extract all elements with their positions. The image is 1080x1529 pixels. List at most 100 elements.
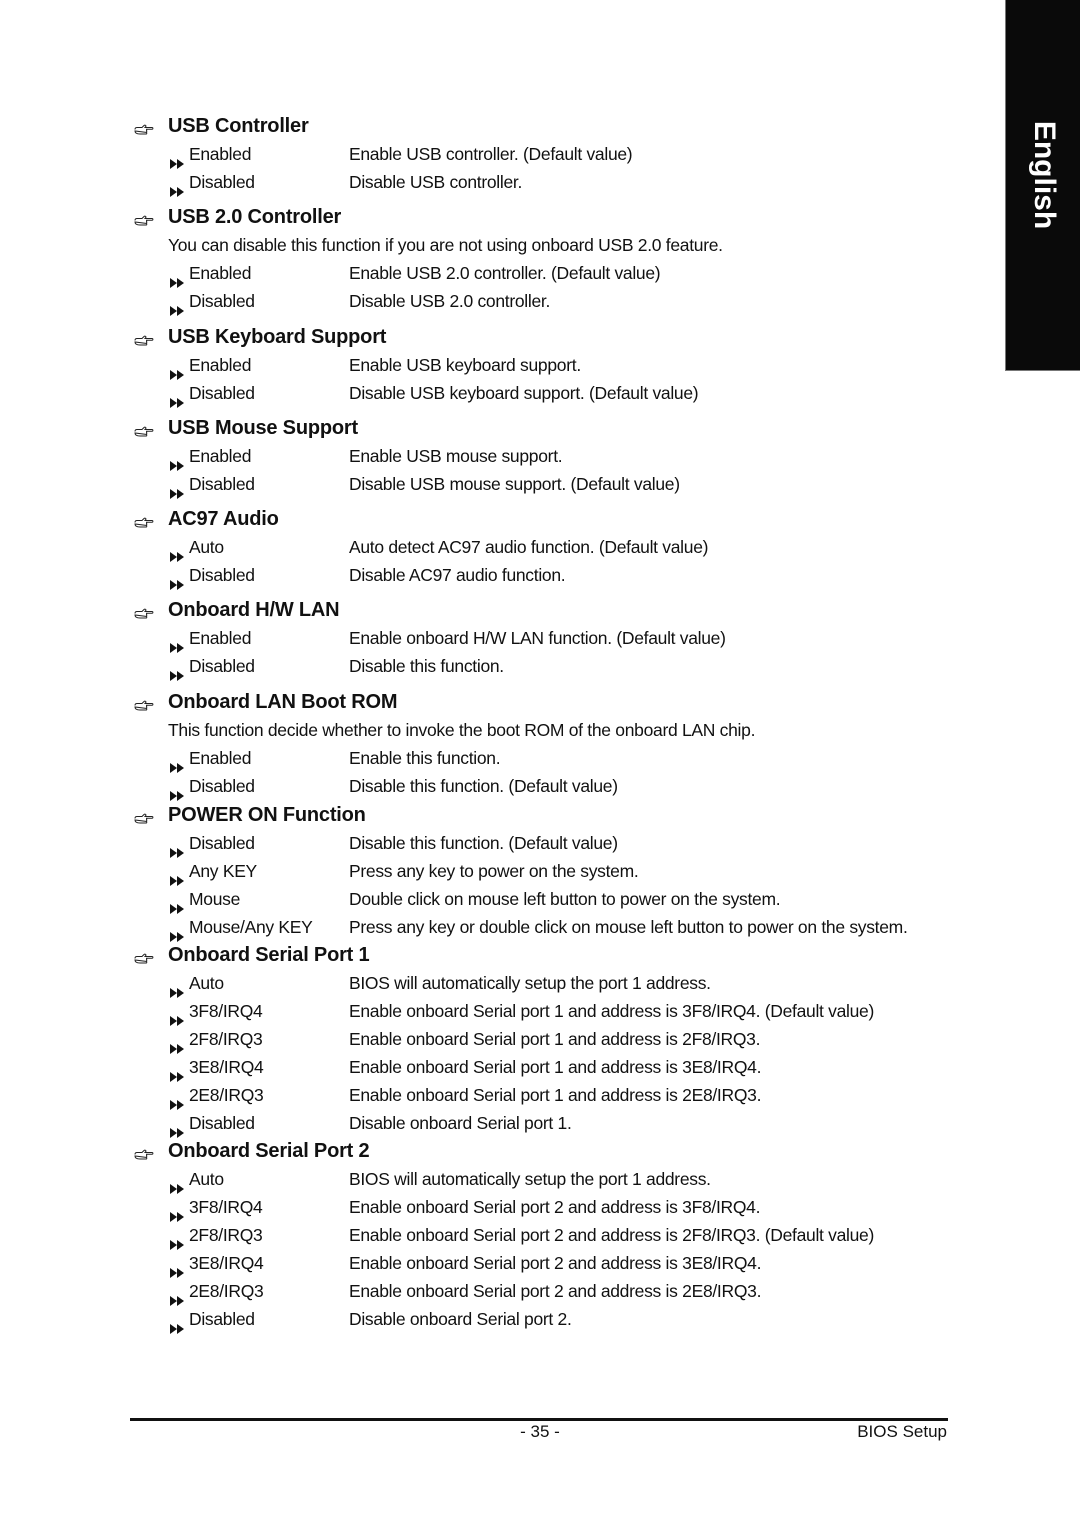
settings-section: USB Keyboard Support Enabled Enable USB ke… <box>134 323 994 408</box>
option-description: BIOS will automatically setup the port 1… <box>349 1169 711 1189</box>
pointing-hand-icon <box>134 947 154 964</box>
option-row: Enabled Enable USB mouse support. <box>134 442 994 471</box>
double-arrow-right-icon <box>170 1062 186 1082</box>
section-title: AC97 Audio <box>168 508 279 530</box>
double-arrow-right-icon <box>170 1258 186 1278</box>
option-name: Disabled <box>189 1309 255 1329</box>
pointing-hand-icon <box>134 420 154 437</box>
settings-section: AC97 Audio Auto Auto detect AC97 audio fun… <box>134 505 994 590</box>
section-heading: AC97 Audio <box>134 505 994 533</box>
pointing-hand-icon <box>134 329 154 346</box>
option-description: Enable USB controller. (Default value) <box>349 144 633 164</box>
section-title: USB Mouse Support <box>168 417 358 439</box>
option-row: Auto BIOS will automatically setup the po… <box>134 969 994 998</box>
option-name: Auto <box>189 537 224 557</box>
option-name: Disabled <box>189 383 255 403</box>
option-row: Disabled Disable AC97 audio function. <box>134 561 994 590</box>
option-description: Enable onboard Serial port 1 and address… <box>349 1001 875 1021</box>
section-title: USB Controller <box>168 115 309 137</box>
option-row: Disabled Disable this function. <box>134 652 994 681</box>
section-heading: USB Controller <box>134 112 994 140</box>
option-row: 2F8/IRQ3 Enable onboard Serial port 1 and… <box>134 1025 994 1054</box>
footer-title: BIOS Setup <box>857 1422 947 1441</box>
option-row: 3F8/IRQ4 Enable onboard Serial port 1 and… <box>134 997 994 1026</box>
pointing-hand-icon <box>134 1143 154 1160</box>
option-name: 2E8/IRQ3 <box>189 1281 264 1301</box>
double-arrow-right-icon <box>170 1034 186 1054</box>
section-heading: USB Mouse Support <box>134 414 994 442</box>
section-title: Onboard H/W LAN <box>168 599 340 621</box>
double-arrow-right-icon <box>170 479 186 499</box>
double-arrow-right-icon <box>170 149 186 169</box>
double-arrow-right-icon <box>170 1202 186 1222</box>
pointing-hand-icon <box>134 209 154 226</box>
double-arrow-right-icon <box>170 661 186 681</box>
option-description: BIOS will automatically setup the port 1… <box>349 973 711 993</box>
option-name: 2F8/IRQ3 <box>189 1225 263 1245</box>
option-name: Auto <box>189 1169 224 1189</box>
option-description: Disable this function. <box>349 656 504 676</box>
option-name: 3E8/IRQ4 <box>189 1253 264 1273</box>
page-number: - 35 - <box>520 1422 560 1441</box>
section-heading: Onboard H/W LAN <box>134 596 994 624</box>
option-row: 2E8/IRQ3 Enable onboard Serial port 1 and… <box>134 1081 994 1110</box>
settings-section: Onboard Serial Port 2 Auto BIOS will autom… <box>134 1137 994 1334</box>
pointing-hand-icon <box>134 118 154 135</box>
double-arrow-right-icon <box>170 1286 186 1306</box>
option-row: Disabled Disable USB mouse support. (Defa… <box>134 470 994 499</box>
option-row: 2F8/IRQ3 Enable onboard Serial port 2 and… <box>134 1221 994 1250</box>
section-heading: Onboard Serial Port 1 <box>134 941 994 969</box>
section-heading: Onboard LAN Boot ROM <box>134 688 994 716</box>
double-arrow-right-icon <box>170 1118 186 1138</box>
option-name: Disabled <box>189 565 255 585</box>
option-row: Enabled Enable onboard H/W LAN function. … <box>134 624 994 653</box>
option-row: Enabled Enable USB controller. (Default v… <box>134 140 994 169</box>
language-side-tab: English <box>1005 0 1080 371</box>
option-description: Disable this function. (Default value) <box>349 776 618 796</box>
option-name: Enabled <box>189 446 252 466</box>
option-description: Enable onboard Serial port 2 and address… <box>349 1225 875 1245</box>
section-title: Onboard Serial Port 1 <box>168 944 370 966</box>
option-description: Enable USB mouse support. <box>349 446 563 466</box>
double-arrow-right-icon <box>170 570 186 590</box>
option-row: Disabled Disable this function. (Default … <box>134 829 994 858</box>
option-name: Auto <box>189 973 224 993</box>
double-arrow-right-icon <box>170 978 186 998</box>
option-description: Auto detect AC97 audio function. (Defaul… <box>349 537 709 557</box>
option-description: Disable USB keyboard support. (Default v… <box>349 383 699 403</box>
option-row: 2E8/IRQ3 Enable onboard Serial port 2 and… <box>134 1277 994 1306</box>
option-row: Disabled Disable USB keyboard support. (D… <box>134 379 994 408</box>
option-description: Disable USB mouse support. (Default valu… <box>349 474 680 494</box>
option-name: Enabled <box>189 144 252 164</box>
option-description: Enable onboard Serial port 1 and address… <box>349 1057 762 1077</box>
option-name: Disabled <box>189 474 255 494</box>
section-title: USB Keyboard Support <box>168 326 387 348</box>
double-arrow-right-icon <box>170 753 186 773</box>
option-name: Enabled <box>189 748 252 768</box>
option-row: Disabled Disable onboard Serial port 2. <box>134 1305 994 1334</box>
pointing-hand-icon <box>134 807 154 824</box>
option-description: Disable USB 2.0 controller. <box>349 291 551 311</box>
option-description: Enable onboard Serial port 2 and address… <box>349 1253 762 1273</box>
option-row: 3E8/IRQ4 Enable onboard Serial port 1 and… <box>134 1053 994 1082</box>
option-name: 2F8/IRQ3 <box>189 1029 263 1049</box>
double-arrow-right-icon <box>170 866 186 886</box>
option-row: Enabled Enable USB keyboard support. <box>134 351 994 380</box>
section-title: USB 2.0 Controller <box>168 206 342 228</box>
double-arrow-right-icon <box>170 1174 186 1194</box>
option-name: Enabled <box>189 628 252 648</box>
option-row: Disabled Disable USB controller. <box>134 168 994 197</box>
option-name: Enabled <box>189 355 252 375</box>
section-title: Onboard LAN Boot ROM <box>168 691 398 713</box>
option-name: Disabled <box>189 833 255 853</box>
settings-section: Onboard Serial Port 1 Auto BIOS will autom… <box>134 941 994 1138</box>
double-arrow-right-icon <box>170 922 186 942</box>
option-name: Disabled <box>189 172 255 192</box>
pointing-hand-icon <box>134 694 154 711</box>
option-name: Disabled <box>189 1113 255 1133</box>
option-name: Mouse <box>189 889 241 909</box>
section-title: POWER ON Function <box>168 804 366 826</box>
option-description: Disable onboard Serial port 2. <box>349 1309 572 1329</box>
double-arrow-right-icon <box>170 296 186 316</box>
option-description: Enable onboard H/W LAN function. (Defaul… <box>349 628 726 648</box>
